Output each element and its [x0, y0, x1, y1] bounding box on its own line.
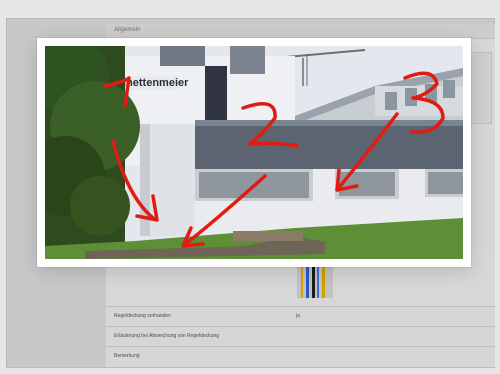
photo-scene: mettenmeier: [45, 46, 463, 259]
row-label: Regeldeckung vorhanden: [114, 313, 171, 319]
building-sign: mettenmeier: [123, 77, 189, 89]
image-lightbox[interactable]: mettenmeier: [37, 38, 471, 267]
photo-thumbnail[interactable]: [297, 264, 333, 298]
row-bemerkung: Bemerkung: [106, 346, 495, 366]
row-label: Erläuterung bei Abweichung von Regeldeck…: [114, 333, 220, 339]
background-header-text: Allgemein: [114, 27, 141, 33]
low-facade: [140, 120, 463, 236]
annotated-building-photo: mettenmeier: [45, 46, 463, 259]
background-header: [106, 24, 495, 39]
row-erlaeuterung: Erläuterung bei Abweichung von Regeldeck…: [106, 326, 495, 346]
row-value: ja: [296, 313, 300, 319]
row-regeldeckung: Regeldeckung vorhanden ja: [106, 306, 495, 326]
row-label: Bemerkung: [114, 353, 140, 359]
